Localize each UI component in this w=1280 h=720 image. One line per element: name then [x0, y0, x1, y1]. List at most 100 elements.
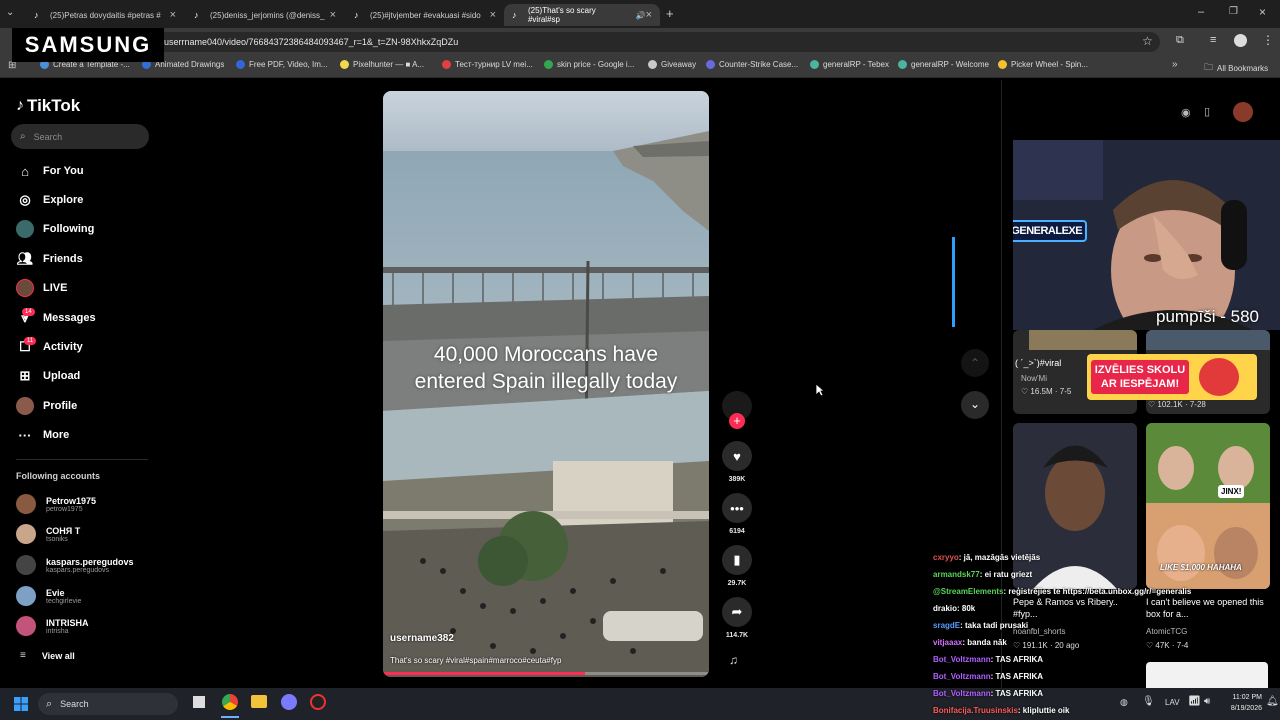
- task-view-icon[interactable]: [193, 696, 205, 708]
- thumbnail-author: AtomicTCG: [1146, 627, 1188, 636]
- follow-plus-icon[interactable]: +: [729, 413, 745, 429]
- nav-upload[interactable]: ⊞ Upload: [16, 367, 81, 385]
- video-player[interactable]: 40,000 Moroccans have entered Spain ille…: [383, 91, 709, 677]
- bookmark-item[interactable]: Тест-турнир LV mei...: [442, 60, 533, 69]
- bookmark-item[interactable]: Pixelhunter — ■ A...: [340, 60, 424, 69]
- windows-taskbar: ⌕ Search ◍ 🎙︎ LAV 📶︎ 🔊︎ 11:02 PM 8/19/20…: [0, 688, 1280, 720]
- chat-user: @StreamElements: [933, 587, 1004, 596]
- compass-icon: ◎: [19, 192, 31, 207]
- windows-start-icon[interactable]: [14, 697, 28, 711]
- bookmark-item[interactable]: Counter-Strike Case...: [706, 60, 798, 69]
- bookmark-item[interactable]: generalRP - Tebex: [810, 60, 889, 69]
- chat-text: : 80k: [957, 604, 976, 613]
- wifi-icon[interactable]: 📶︎: [1188, 696, 1201, 707]
- nav-following[interactable]: Following: [16, 220, 94, 238]
- chrome-icon[interactable]: [222, 694, 238, 710]
- minimize-icon[interactable]: –: [1198, 6, 1204, 18]
- nav-live[interactable]: LIVE: [16, 279, 67, 297]
- following-account[interactable]: Petrow1975 petrow1975: [16, 494, 96, 514]
- nav-label: Following: [43, 223, 95, 235]
- previous-video-button[interactable]: ⌃: [961, 349, 989, 377]
- thumbnail-image: [1146, 330, 1270, 350]
- friends-icon: 👥︎: [16, 251, 34, 266]
- notification-bell-icon[interactable]: 🔔︎: [1266, 696, 1279, 707]
- network-icon[interactable]: ◍: [1120, 697, 1128, 708]
- activity-badge: 11: [24, 337, 37, 345]
- account-name: СОНЯ Т: [46, 525, 81, 536]
- browser-tab-3[interactable]: ♪ (25)#jtvjember #evakuasi #sido ×: [346, 4, 504, 26]
- promo-banner[interactable]: IZVĒLIES SKOLU AR IESPĒJAM!: [1087, 354, 1257, 400]
- chat-message: @StreamElements: reģistrējies te https:/…: [933, 587, 1191, 596]
- close-icon[interactable]: ×: [646, 9, 652, 21]
- video-username[interactable]: username382: [390, 633, 454, 644]
- bookmark-item[interactable]: generalRP - Welcome: [898, 60, 989, 69]
- bookmark-label: skin price - Google i...: [557, 60, 635, 69]
- discord-icon[interactable]: [281, 694, 297, 710]
- following-account[interactable]: Evie techgirlevie: [16, 586, 81, 606]
- menu-kebab-icon[interactable]: ⋮: [1262, 33, 1274, 47]
- close-icon[interactable]: ×: [170, 9, 176, 21]
- search-placeholder: Search: [33, 131, 63, 142]
- new-tab-icon[interactable]: +: [666, 6, 674, 21]
- browser-tab-1[interactable]: ♪ (25)Petras dovydaitis #petras # ×: [26, 4, 184, 26]
- audio-icon[interactable]: 🔊: [636, 11, 646, 20]
- video-thumbnail[interactable]: [1013, 423, 1137, 589]
- view-all-link[interactable]: ≡ View all: [16, 650, 75, 661]
- video-thumbnail[interactable]: JINX! LIKE $1,000 HAHAHA: [1146, 423, 1270, 589]
- extensions-icon[interactable]: ⧉: [1176, 34, 1184, 47]
- compass-small-icon[interactable]: ◉: [1181, 106, 1191, 119]
- share-button[interactable]: ➦ 114.7K: [722, 597, 752, 639]
- microphone-icon[interactable]: 🎙︎: [1142, 696, 1155, 707]
- bookmark-item[interactable]: Giveaway: [648, 60, 696, 69]
- account-handle: petrow1975: [46, 505, 83, 513]
- like-button[interactable]: ♥ 389K: [722, 441, 752, 483]
- window-close-icon[interactable]: ×: [1259, 5, 1266, 19]
- all-bookmarks-button[interactable]: 🗀 All Bookmarks: [1204, 60, 1268, 76]
- more-bookmarks-icon[interactable]: »: [1172, 59, 1178, 70]
- search-input[interactable]: ⌕ Search: [11, 124, 149, 149]
- close-icon[interactable]: ×: [490, 9, 496, 21]
- video-thumbnail[interactable]: [1146, 662, 1268, 688]
- nav-profile[interactable]: Profile: [16, 397, 77, 415]
- bookmark-item[interactable]: Free PDF, Video, Im...: [236, 60, 328, 69]
- close-icon[interactable]: ×: [330, 9, 336, 21]
- thumbnail-title[interactable]: Pepe & Ramos vs Ribery.. #fyp...: [1013, 596, 1133, 620]
- save-button[interactable]: ▮ 29.7K: [722, 545, 752, 587]
- following-account[interactable]: СОНЯ Тtsoniks: [16, 524, 80, 544]
- browser-tab-2[interactable]: ♪ (25)deniss_jerjomins (@deniss_ ×: [186, 4, 344, 26]
- account-handle: kaspars.peregudovs: [46, 566, 110, 574]
- maximize-icon[interactable]: ❐: [1229, 6, 1238, 17]
- profile-avatar-icon[interactable]: [1234, 34, 1247, 47]
- nav-label: Friends: [43, 253, 83, 265]
- nav-friends[interactable]: 👥︎ Friends: [16, 250, 83, 268]
- bookmark-star-icon[interactable]: ☆: [1142, 34, 1153, 48]
- avatar: [16, 524, 36, 544]
- bookmark-item[interactable]: Picker Wheel - Spin...: [998, 60, 1088, 69]
- volume-icon[interactable]: 🔊︎: [1204, 696, 1210, 707]
- app-icon[interactable]: [310, 694, 326, 710]
- taskbar-search[interactable]: ⌕ Search: [38, 693, 178, 715]
- clock[interactable]: 11:02 PM 8/19/2026: [1222, 692, 1262, 714]
- thumbnail-title[interactable]: I can't believe we opened this box for a…: [1146, 596, 1268, 620]
- thumbnail-caption: LIKE $1,000 HAHAHA: [1160, 563, 1242, 572]
- browser-tab-4[interactable]: ♪ (25)That's so scary #viral#sp 🔊 ×: [504, 4, 660, 26]
- user-avatar[interactable]: [1233, 102, 1253, 122]
- comment-button[interactable]: ••• 6194: [722, 493, 752, 535]
- music-disc-icon[interactable]: ♫: [729, 653, 738, 667]
- nav-for-you[interactable]: ⌂ For You: [16, 162, 83, 180]
- url-input[interactable]: userrname040/video/76684372386484093467_…: [150, 32, 1160, 52]
- file-explorer-icon[interactable]: [251, 695, 267, 708]
- bookmark-item[interactable]: skin price - Google i...: [544, 60, 634, 69]
- nav-explore[interactable]: ◎ Explore: [16, 191, 83, 209]
- following-account[interactable]: kaspars.peregudovs kaspars.peregudovs: [16, 555, 134, 575]
- tiktok-note-icon: ♪: [16, 97, 24, 114]
- nav-more[interactable]: ··· More: [16, 426, 70, 444]
- following-account[interactable]: INTRISHA intrisha: [16, 616, 89, 636]
- tab-search-icon[interactable]: ⌄: [6, 7, 14, 18]
- language-indicator[interactable]: LAV: [1165, 698, 1180, 707]
- next-video-button[interactable]: ⌄: [961, 391, 989, 419]
- media-icon[interactable]: ≡: [1210, 34, 1216, 46]
- phone-icon[interactable]: ▯: [1204, 105, 1210, 118]
- tiktok-logo[interactable]: ♪ TikTok: [16, 96, 80, 116]
- video-progress-bar[interactable]: [383, 672, 709, 675]
